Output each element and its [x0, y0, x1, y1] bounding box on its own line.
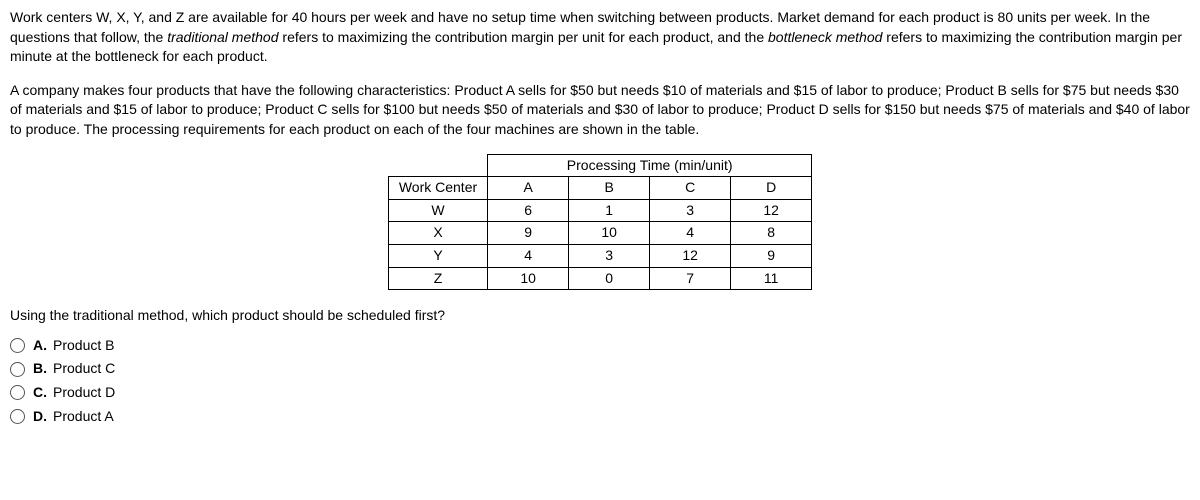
cell: 7: [650, 267, 731, 290]
term-traditional: traditional method: [167, 29, 278, 45]
option-c[interactable]: C. Product D: [10, 383, 1190, 403]
radio-icon[interactable]: [10, 362, 25, 377]
row-label: X: [388, 222, 487, 245]
cell: 12: [731, 199, 812, 222]
cell: 3: [569, 244, 650, 267]
radio-icon[interactable]: [10, 338, 25, 353]
option-letter: C.: [33, 383, 47, 403]
question-text: Using the traditional method, which prod…: [10, 306, 1190, 326]
radio-icon[interactable]: [10, 385, 25, 400]
cell: 10: [569, 222, 650, 245]
cell: 9: [488, 222, 569, 245]
col-header: C: [650, 177, 731, 200]
col-header: A: [488, 177, 569, 200]
cell: 4: [650, 222, 731, 245]
table-row: Y 4 3 12 9: [388, 244, 811, 267]
cell: 6: [488, 199, 569, 222]
table-corner: Work Center: [388, 177, 487, 200]
row-label: W: [388, 199, 487, 222]
intro-paragraph-2: A company makes four products that have …: [10, 81, 1190, 140]
cell: 12: [650, 244, 731, 267]
cell: 9: [731, 244, 812, 267]
row-label: Z: [388, 267, 487, 290]
options-group: A. Product B B. Product C C. Product D D…: [10, 336, 1190, 426]
table-title: Processing Time (min/unit): [488, 154, 812, 177]
option-letter: D.: [33, 407, 47, 427]
cell: 0: [569, 267, 650, 290]
option-a[interactable]: A. Product B: [10, 336, 1190, 356]
cell: 8: [731, 222, 812, 245]
processing-table: Processing Time (min/unit) Work Center A…: [388, 154, 812, 291]
col-header: B: [569, 177, 650, 200]
table-row: W 6 1 3 12: [388, 199, 811, 222]
processing-table-container: Processing Time (min/unit) Work Center A…: [10, 154, 1190, 291]
cell: 4: [488, 244, 569, 267]
option-text: Product B: [53, 336, 114, 356]
cell: 3: [650, 199, 731, 222]
row-label: Y: [388, 244, 487, 267]
cell: 10: [488, 267, 569, 290]
table-row: Z 10 0 7 11: [388, 267, 811, 290]
option-d[interactable]: D. Product A: [10, 407, 1190, 427]
cell: 1: [569, 199, 650, 222]
option-text: Product A: [53, 407, 114, 427]
option-text: Product D: [53, 383, 115, 403]
option-letter: B.: [33, 359, 47, 379]
term-bottleneck: bottleneck method: [768, 29, 882, 45]
table-row: X 9 10 4 8: [388, 222, 811, 245]
option-b[interactable]: B. Product C: [10, 359, 1190, 379]
option-letter: A.: [33, 336, 47, 356]
intro-paragraph-1: Work centers W, X, Y, and Z are availabl…: [10, 8, 1190, 67]
option-text: Product C: [53, 359, 115, 379]
cell: 11: [731, 267, 812, 290]
radio-icon[interactable]: [10, 409, 25, 424]
text: refers to maximizing the contribution ma…: [279, 29, 768, 45]
col-header: D: [731, 177, 812, 200]
